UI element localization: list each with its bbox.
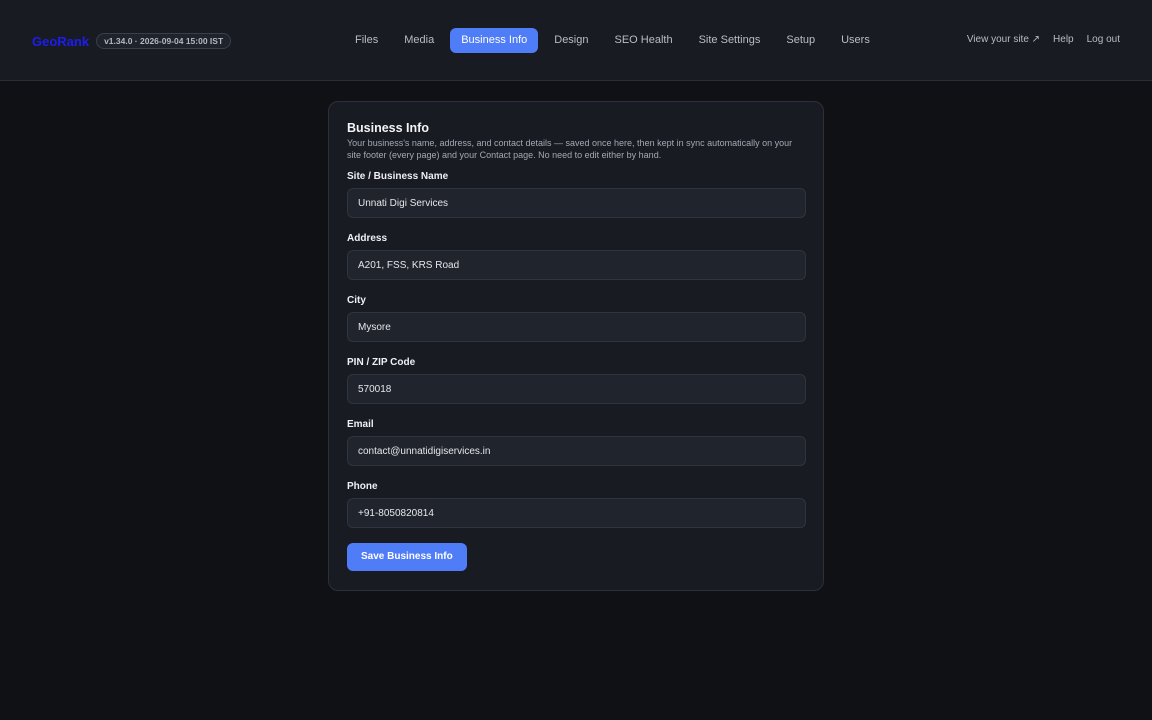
address-input[interactable] [347,250,806,280]
help-link[interactable]: Help [1053,34,1074,45]
nav-tab-seo-health[interactable]: SEO Health [605,28,683,53]
field-address: Address [347,233,806,280]
version-badge: v1.34.0 · 2026-09-04 15:00 IST [96,33,232,49]
top-links: View your site ↗ Help Log out [954,34,1120,45]
logout-link[interactable]: Log out [1087,34,1120,45]
email-input[interactable] [347,436,806,466]
business-info-card: Business Info Your business's name, addr… [328,101,824,591]
nav-tab-design[interactable]: Design [544,28,598,53]
field-business-name: Site / Business Name [347,171,806,218]
field-label: Phone [347,481,378,492]
field-pin-code: PIN / ZIP Code [347,357,806,404]
nav-tab-business-info[interactable]: Business Info [450,28,539,53]
nav-tab-setup[interactable]: Setup [776,28,825,53]
top-navigation-bar: GeoRank v1.34.0 · 2026-09-04 15:00 IST F… [0,0,1152,81]
save-business-info-button[interactable]: Save Business Info [347,543,467,571]
brand: GeoRank v1.34.0 · 2026-09-04 15:00 IST [32,33,232,49]
field-label: PIN / ZIP Code [347,357,416,368]
field-label: Address [347,233,388,244]
nav-tab-files[interactable]: Files [345,28,388,53]
city-input[interactable] [347,312,806,342]
field-phone: Phone [347,481,806,528]
nav-tab-site-settings[interactable]: Site Settings [689,28,771,53]
view-site-link[interactable]: View your site ↗ [967,34,1040,45]
business-name-input[interactable] [347,188,806,218]
pin-code-input[interactable] [347,374,806,404]
field-label: Site / Business Name [347,171,449,182]
card-description: Your business's name, address, and conta… [347,138,793,160]
field-label: City [347,295,366,306]
phone-input[interactable] [347,498,806,528]
brand-logo-text[interactable]: GeoRank [32,34,89,49]
field-email: Email [347,419,806,466]
nav-tab-media[interactable]: Media [394,28,444,53]
card-title: Business Info [347,121,429,135]
main-nav: Files Media Business Info Design SEO Hea… [345,28,886,53]
nav-tab-users[interactable]: Users [831,28,880,53]
field-label: Email [347,419,374,430]
field-city: City [347,295,806,342]
